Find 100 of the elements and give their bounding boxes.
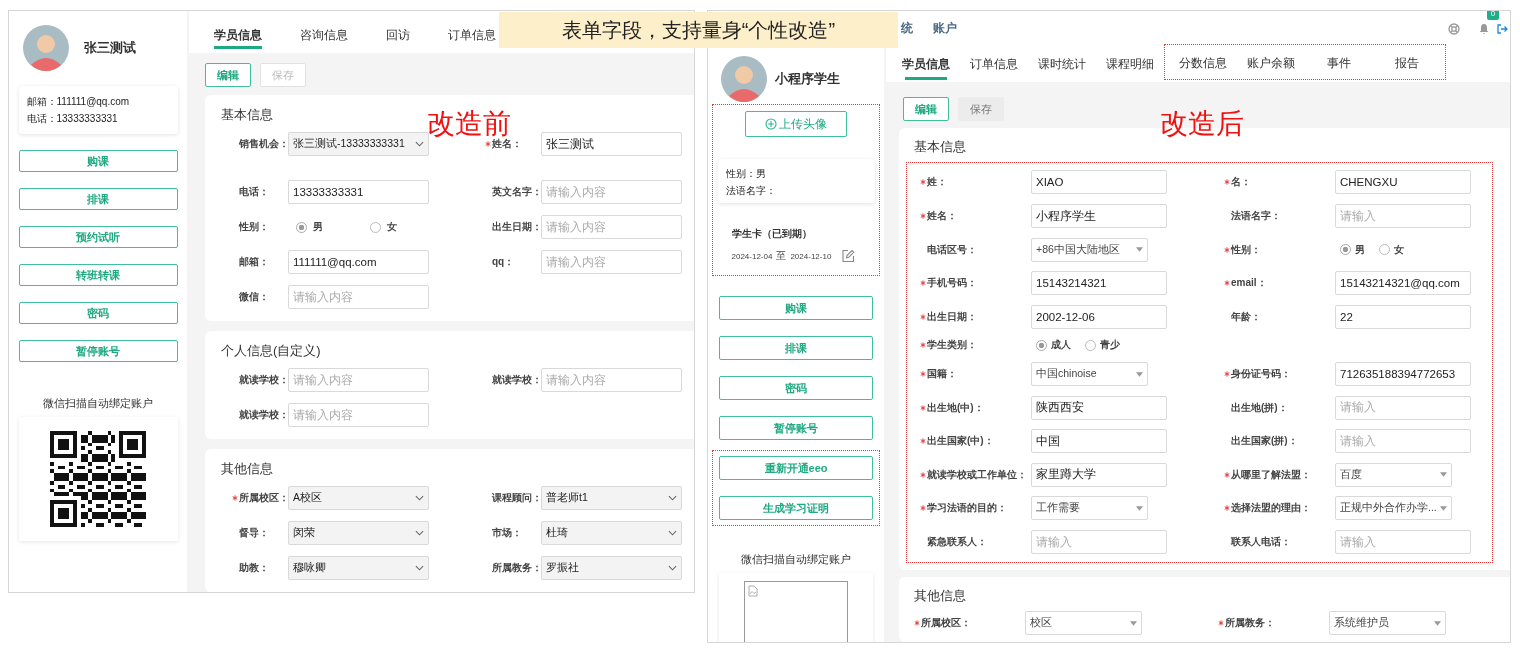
section-title: 个人信息(自定义) xyxy=(221,342,321,360)
field-label: 销售机会： xyxy=(239,137,289,151)
tab[interactable]: 咨询信息 xyxy=(300,11,348,53)
tab[interactable]: 分数信息 xyxy=(1169,45,1237,80)
text-field[interactable]: 712635188394772653 xyxy=(1335,362,1471,387)
caret-icon xyxy=(668,530,677,536)
tab[interactable]: 课程明细 xyxy=(1096,46,1164,83)
select-field[interactable]: 闵荣 xyxy=(288,521,429,545)
field-label: 姓： xyxy=(927,175,947,190)
text-field[interactable]: 家里蹲大学 xyxy=(1031,462,1167,487)
select-field[interactable]: A校区 xyxy=(288,486,429,510)
field-label: 国籍： xyxy=(927,367,957,382)
caret-icon xyxy=(415,141,424,147)
select-field[interactable]: 百度 xyxy=(1335,462,1452,487)
plus-circle-icon xyxy=(765,118,777,130)
qr-caption: 微信扫描自动绑定账户 xyxy=(741,552,851,567)
text-field[interactable]: 张三测试 xyxy=(541,132,682,156)
text-field[interactable]: XIAO xyxy=(1031,170,1167,195)
logout-icon[interactable] xyxy=(1496,22,1508,35)
edit-icon[interactable] xyxy=(841,249,856,263)
text-field[interactable]: 22 xyxy=(1335,304,1471,329)
caret-icon xyxy=(1434,620,1441,626)
select-field[interactable]: 正规中外合作办学... xyxy=(1335,496,1452,521)
broken-image-icon xyxy=(748,585,758,597)
tab[interactable]: 报告 xyxy=(1373,45,1441,80)
text-field[interactable]: CHENGXU xyxy=(1335,170,1471,195)
notification-badge: 0 xyxy=(1487,11,1499,20)
select-field[interactable]: 校区 xyxy=(1025,611,1142,635)
caret-icon xyxy=(1136,505,1143,511)
caret-icon xyxy=(1130,620,1137,626)
bell-icon[interactable] xyxy=(1478,22,1490,35)
field-label: 出生地(拼)： xyxy=(1231,400,1288,415)
field-label: 英文名字： xyxy=(492,185,542,199)
text-field[interactable]: 15143214321 xyxy=(1031,271,1167,296)
date-text: 2024-12-04 xyxy=(731,251,773,261)
nav-link[interactable]: 账户 xyxy=(933,20,957,37)
select-field[interactable]: 杜琦 xyxy=(541,521,682,545)
avatar-icon xyxy=(23,25,69,71)
radio-option[interactable]: 成人 xyxy=(1036,338,1071,353)
tab[interactable]: 回访 xyxy=(386,11,410,53)
caret-icon xyxy=(415,565,424,571)
tab[interactable]: 订单信息 xyxy=(448,11,496,53)
radio-option[interactable]: 男 xyxy=(296,220,323,234)
tab[interactable]: 事件 xyxy=(1305,45,1373,80)
radio-option[interactable]: 女 xyxy=(370,220,397,234)
select-field[interactable]: 系统维护员 xyxy=(1329,611,1446,635)
text-field[interactable]: 13333333331 xyxy=(288,180,429,204)
nav-link[interactable]: 统 xyxy=(901,20,913,37)
radio-option[interactable]: 女 xyxy=(1379,242,1404,257)
text-field[interactable]: 陕西西安 xyxy=(1031,395,1167,420)
select-field[interactable]: 穆咏卿 xyxy=(288,556,429,580)
info-text: 性别：男 xyxy=(725,167,767,181)
caret-icon xyxy=(1440,472,1447,478)
field-label: 出生国家(拼)： xyxy=(1231,434,1298,449)
qr-caption: 微信扫描自动绑定账户 xyxy=(43,396,153,411)
text-field[interactable]: 2002-12-06 xyxy=(1031,304,1167,329)
section-title: 基本信息 xyxy=(913,138,966,157)
field-label: 市场： xyxy=(492,526,522,540)
caret-icon xyxy=(415,530,424,536)
lifebuoy-icon[interactable] xyxy=(1448,22,1460,35)
tab[interactable]: 课时统计 xyxy=(1028,46,1096,83)
radio-option[interactable]: 青少 xyxy=(1085,338,1120,353)
caret-icon xyxy=(668,565,677,571)
select-field[interactable]: 张三测试-13333333331 xyxy=(288,132,429,156)
tab[interactable]: 订单信息 xyxy=(960,46,1028,83)
select-field[interactable]: 中国chinoise xyxy=(1031,362,1148,387)
text-field[interactable]: 小程序学生 xyxy=(1031,204,1167,229)
avatar-icon xyxy=(721,56,767,102)
field-label: 就读学校： xyxy=(239,373,289,387)
after-label: 改造后 xyxy=(1160,110,1244,138)
select-field[interactable]: 普老师t1 xyxy=(541,486,682,510)
caret-icon xyxy=(415,495,424,501)
field-label: 选择法盟的理由： xyxy=(1231,501,1311,516)
radio-option[interactable]: 男 xyxy=(1340,242,1365,257)
text-field[interactable]: 15143214321@qq.com xyxy=(1335,271,1471,296)
field-label: 身份证号码： xyxy=(1231,367,1291,382)
field-label: 督导： xyxy=(239,526,269,540)
field-label: 所属校区： xyxy=(239,491,289,505)
field-label: 邮箱： xyxy=(239,255,269,269)
field-label: 性别： xyxy=(239,220,269,234)
user-name: 张三测试 xyxy=(84,39,136,57)
tab[interactable]: 账户余额 xyxy=(1237,45,1305,80)
caret-icon xyxy=(668,495,677,501)
text-field[interactable]: 111111@qq.com xyxy=(288,250,429,274)
field-label: 出生地(中)： xyxy=(927,400,984,415)
select-field[interactable]: +86中国大陆地区 xyxy=(1031,237,1148,262)
select-field[interactable]: 罗振社 xyxy=(541,556,682,580)
field-label: 微信： xyxy=(239,290,269,304)
select-field[interactable]: 工作需要 xyxy=(1031,496,1148,521)
field-label: email： xyxy=(1231,276,1267,291)
field-label: qq： xyxy=(492,255,515,269)
text-field[interactable]: 中国 xyxy=(1031,429,1167,454)
field-label: 姓名： xyxy=(927,209,957,224)
caret-icon xyxy=(1136,371,1143,377)
field-label: 出生日期： xyxy=(927,309,977,324)
caption-banner: 表单字段，支持量身“个性改造” xyxy=(499,12,898,48)
toolbar-button[interactable]: 保存 xyxy=(958,97,1004,122)
field-label: 所属校区： xyxy=(921,616,971,630)
field-label: 姓名： xyxy=(492,138,522,151)
field-label: 从哪里了解法盟： xyxy=(1231,467,1311,482)
